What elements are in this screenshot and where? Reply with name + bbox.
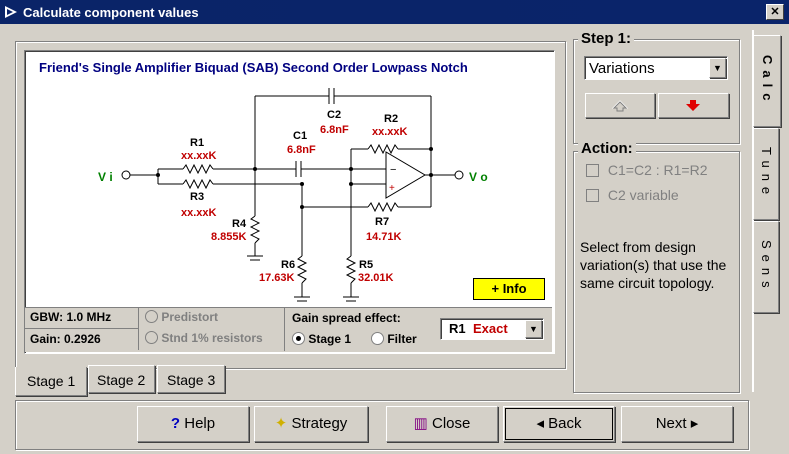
lightbulb-icon: ✦: [274, 415, 288, 432]
chevron-left-icon: ◂: [536, 415, 544, 432]
r7-value: 14.71K: [366, 231, 402, 243]
info-button[interactable]: + Info: [473, 278, 545, 300]
tab-sens[interactable]: Sens: [753, 221, 779, 313]
back-label: Back: [548, 415, 582, 432]
close-window-button[interactable]: ✕: [766, 4, 784, 20]
tab-stage-3[interactable]: Stage 3: [157, 365, 225, 393]
action-label: Action:: [578, 140, 636, 157]
r2-value: xx.xxK: [372, 126, 408, 138]
strategy-label: Strategy: [291, 415, 348, 432]
move-up-button[interactable]: [585, 93, 655, 118]
predistort-label: Predistort: [161, 310, 219, 324]
gbw-value: GBW: 1.0 MHz: [30, 310, 112, 324]
action-option-1-label: C1=C2 : R1=R2: [607, 162, 708, 178]
tab-calc[interactable]: Calc: [753, 35, 781, 127]
stnd-label: Stnd 1% resistors: [161, 331, 263, 345]
svg-text:+: +: [389, 183, 395, 194]
back-button[interactable]: ◂ Back: [503, 406, 615, 442]
r5-name: R5: [359, 259, 374, 271]
c2-value: 6.8nF: [320, 124, 349, 136]
r7-name: R7: [375, 216, 390, 228]
action-option-2-checkbox: [586, 189, 599, 202]
action-description: Select from design variation(s) that use…: [580, 239, 727, 291]
select-prefix: R1: [449, 321, 466, 336]
title-bar: Calculate component values ✕: [0, 0, 789, 24]
r4-value: 8.855K: [211, 231, 247, 243]
tab-stage-2[interactable]: Stage 2: [88, 365, 155, 393]
filter-radio[interactable]: [371, 332, 384, 345]
stage1-radio[interactable]: [292, 332, 305, 345]
variations-dropdown[interactable]: Variations ▼: [584, 56, 728, 80]
r6-value: 17.63K: [259, 272, 295, 284]
arrow-down-icon: [686, 100, 700, 111]
next-button[interactable]: Next ▸: [621, 406, 733, 442]
predistort-radio: [145, 310, 158, 323]
action-option-1-checkbox: [586, 164, 599, 177]
stnd-option: Stnd 1% resistors: [145, 331, 263, 345]
step-label: Step 1:: [578, 30, 635, 47]
gain-spread-label: Gain spread effect:: [292, 311, 401, 325]
stage1-radio-option[interactable]: Stage 1: [292, 332, 351, 346]
stnd-radio: [145, 331, 158, 344]
r3-value: xx.xxK: [181, 207, 217, 219]
r3-name: R3: [190, 191, 205, 203]
tab-stage-3-label: Stage 3: [167, 372, 216, 388]
close-button[interactable]: ▥ Close: [386, 406, 498, 442]
tab-stage-2-label: Stage 2: [97, 372, 146, 388]
gain-cell: Gain: 0.2926: [25, 329, 139, 350]
help-button[interactable]: ? Help: [137, 406, 249, 442]
c1-name: C1: [293, 130, 308, 142]
r1-exact-select[interactable]: R1 Exact ▼: [440, 318, 544, 340]
vo-label: V o: [469, 170, 488, 184]
c2-name: C2: [327, 109, 342, 121]
filter-radio-label: Filter: [387, 332, 417, 346]
vi-label: V i: [98, 170, 113, 184]
door-icon: ▥: [413, 415, 428, 432]
r1-value: xx.xxK: [181, 150, 217, 162]
question-icon: ?: [170, 415, 181, 432]
r2-name: R2: [384, 113, 399, 125]
filter-radio-option[interactable]: Filter: [371, 332, 417, 346]
help-label: Help: [184, 415, 216, 432]
gain-value: Gain: 0.2926: [30, 332, 101, 346]
predistort-option: Predistort: [145, 310, 218, 324]
tab-stage-1-label: Stage 1: [27, 373, 76, 389]
tab-tune[interactable]: Tune: [753, 128, 779, 220]
move-down-button[interactable]: [658, 93, 729, 118]
r5-value: 32.01K: [358, 272, 394, 284]
action-option-2: C2 variable: [586, 187, 679, 203]
divider: [284, 307, 285, 351]
svg-text:−: −: [390, 164, 396, 176]
stage1-radio-label: Stage 1: [308, 332, 352, 346]
chevron-right-icon: ▸: [690, 415, 699, 432]
r1-name: R1: [190, 137, 205, 149]
arrow-up-icon: [611, 100, 629, 112]
close-label: Close: [432, 415, 471, 432]
next-label: Next: [655, 415, 687, 432]
variations-value: Variations: [589, 60, 655, 77]
window-title: Calculate component values: [23, 5, 199, 20]
tab-stage-1[interactable]: Stage 1: [15, 367, 87, 396]
c1-value: 6.8nF: [287, 144, 316, 156]
chevron-down-icon[interactable]: ▼: [525, 320, 542, 338]
r4-name: R4: [232, 218, 247, 230]
strategy-button[interactable]: ✦ Strategy: [254, 406, 368, 442]
chevron-down-icon[interactable]: ▼: [709, 58, 726, 78]
select-value: Exact: [473, 321, 508, 336]
gbw-cell: GBW: 1.0 MHz: [25, 307, 139, 329]
r6-name: R6: [281, 259, 296, 271]
step-group: [573, 39, 740, 144]
action-option-2-label: C2 variable: [607, 187, 679, 203]
app-icon: [5, 6, 17, 18]
action-option-1: C1=C2 : R1=R2: [586, 162, 708, 178]
